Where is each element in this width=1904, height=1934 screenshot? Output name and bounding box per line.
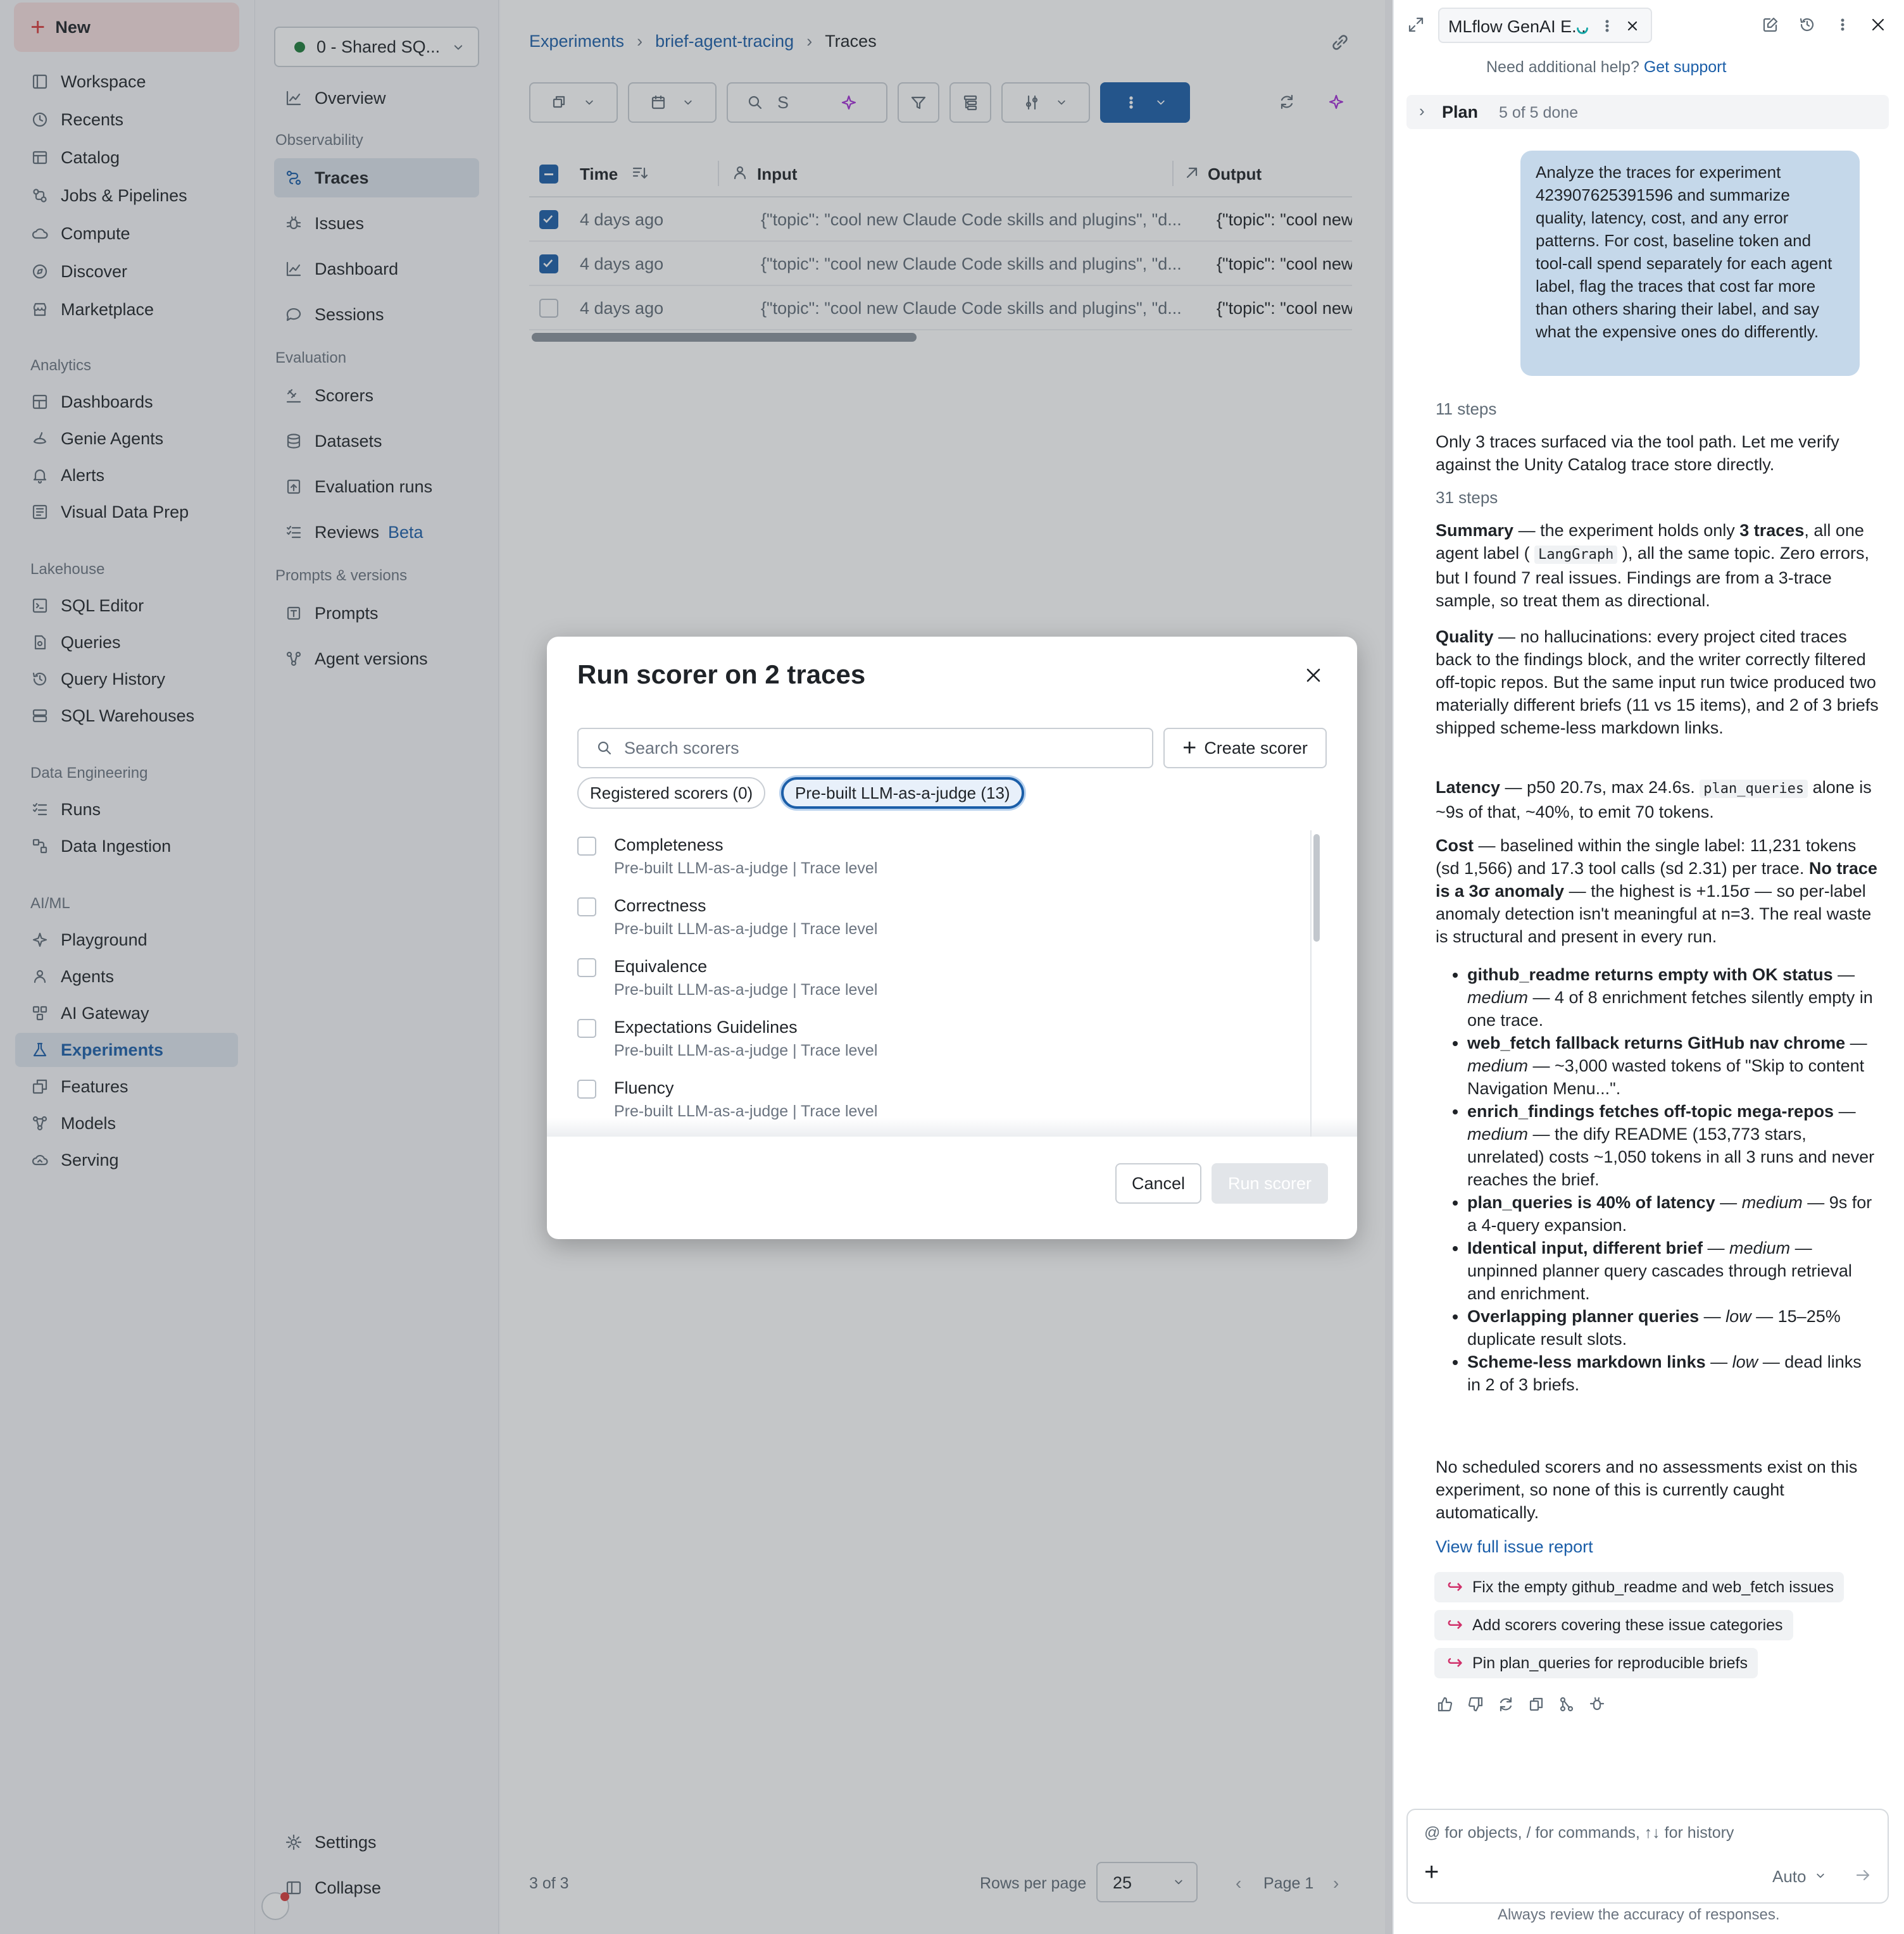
- latency-paragraph: Latency — p50 20.7s, max 24.6s. plan_que…: [1436, 778, 1872, 821]
- scorer-checkbox[interactable]: [577, 1080, 596, 1099]
- suggestion-chip[interactable]: ↪ Fix the empty github_readme and web_fet…: [1434, 1572, 1844, 1602]
- summary-paragraph: Summary — the experiment holds only 3 tr…: [1436, 521, 1869, 610]
- close-tab-icon[interactable]: [1623, 16, 1642, 35]
- user-message: Analyze the traces for experiment 423907…: [1520, 151, 1860, 376]
- tab-prebuilt-judges[interactable]: Pre-built LLM-as-a-judge (13): [781, 777, 1024, 809]
- more-vertical-icon[interactable]: [1833, 15, 1852, 34]
- quality-paragraph: Quality — no hallucinations: every proje…: [1436, 627, 1879, 737]
- create-scorer-button[interactable]: + Create scorer: [1163, 728, 1327, 768]
- issue-item: github_readme returns empty with OK stat…: [1467, 963, 1879, 1032]
- list-fade: [547, 1118, 1357, 1137]
- chevron-right-icon: ›: [1419, 101, 1425, 120]
- issue-item: plan_queries is 40% of latency — medium …: [1467, 1191, 1879, 1237]
- close-panel-icon[interactable]: [1869, 15, 1888, 34]
- dialog-title: Run scorer on 2 traces: [577, 659, 866, 689]
- suggestion-chip[interactable]: ↪ Pin plan_queries for reproducible brief…: [1434, 1648, 1758, 1678]
- steps-count[interactable]: 31 steps: [1436, 486, 1498, 509]
- loading-spinner-icon: [1577, 27, 1588, 34]
- run-scorer-dialog: Run scorer on 2 traces Search scorers + C…: [547, 637, 1357, 1239]
- view-full-issue-report-link[interactable]: View full issue report: [1436, 1535, 1593, 1558]
- chat-input-placeholder: @ for objects, / for commands, ↑↓ for hi…: [1424, 1824, 1734, 1842]
- steps-count[interactable]: 11 steps: [1436, 397, 1496, 420]
- scorer-list-scrollbar[interactable]: [1310, 830, 1320, 1137]
- thumbs-up-icon[interactable]: [1436, 1695, 1455, 1714]
- send-arrow-icon[interactable]: [1853, 1866, 1872, 1885]
- model-mode-select[interactable]: Auto: [1772, 1867, 1807, 1887]
- bug-report-icon[interactable]: [1588, 1695, 1606, 1714]
- issue-item: web_fetch fallback returns GitHub nav ch…: [1467, 1032, 1879, 1100]
- suggestion-chip[interactable]: ↪ Add scorers covering these issue catego…: [1434, 1610, 1793, 1640]
- copy-icon[interactable]: [1527, 1695, 1546, 1714]
- scorer-checkbox[interactable]: [577, 1019, 596, 1038]
- cost-paragraph: Cost — baselined within the single label…: [1436, 836, 1877, 946]
- scorer-item[interactable]: Completeness Pre-built LLM-as-a-judge | T…: [577, 835, 1274, 896]
- issue-item: Scheme-less markdown links — low — dead …: [1467, 1351, 1879, 1396]
- scorer-item[interactable]: Expectations Guidelines Pre-built LLM-as-…: [577, 1018, 1274, 1078]
- plan-summary[interactable]: › Plan 5 of 5 done: [1406, 95, 1889, 129]
- reply-arrow-icon: ↪: [1447, 1614, 1463, 1635]
- scorer-item[interactable]: Equivalence Pre-built LLM-as-a-judge | Tr…: [577, 957, 1274, 1018]
- close-icon[interactable]: [1303, 664, 1324, 686]
- plus-icon: +: [1182, 735, 1197, 761]
- issue-item: Identical input, different brief — mediu…: [1467, 1237, 1879, 1305]
- run-scorer-button[interactable]: Run scorer: [1212, 1163, 1328, 1204]
- scorer-checkbox[interactable]: [577, 837, 596, 856]
- expand-icon[interactable]: [1406, 15, 1425, 34]
- scorer-list: Completeness Pre-built LLM-as-a-judge | T…: [547, 827, 1357, 1137]
- help-line: Need additional help? Get support: [1486, 58, 1727, 76]
- issue-list: github_readme returns empty with OK stat…: [1436, 963, 1879, 1396]
- chevron-down-icon[interactable]: [1813, 1868, 1828, 1883]
- share-icon[interactable]: [1557, 1695, 1576, 1714]
- reply-arrow-icon: ↪: [1447, 1576, 1463, 1597]
- closing-paragraph: No scheduled scorers and no assessments …: [1436, 1457, 1858, 1522]
- get-support-link[interactable]: Get support: [1644, 58, 1727, 76]
- regenerate-icon[interactable]: [1496, 1695, 1515, 1714]
- issue-item: Overlapping planner queries — low — 15–2…: [1467, 1305, 1879, 1351]
- scorer-item[interactable]: Correctness Pre-built LLM-as-a-judge | Tr…: [577, 896, 1274, 957]
- assistant-tab-title: MLflow GenAI E...: [1448, 17, 1586, 36]
- attach-plus-icon[interactable]: +: [1424, 1859, 1439, 1885]
- assistant-panel: MLflow GenAI E... Need additional help? …: [1393, 0, 1904, 1934]
- search-scorers-input[interactable]: Search scorers: [577, 728, 1153, 768]
- scorer-checkbox[interactable]: [577, 897, 596, 916]
- feedback-toolbar: [1436, 1695, 1606, 1714]
- assistant-message: Only 3 traces surfaced via the tool path…: [1436, 432, 1839, 474]
- search-icon: [598, 741, 611, 755]
- reply-arrow-icon: ↪: [1447, 1652, 1463, 1673]
- chat-input-box[interactable]: @ for objects, / for commands, ↑↓ for hi…: [1406, 1809, 1889, 1904]
- thumbs-down-icon[interactable]: [1466, 1695, 1485, 1714]
- history-icon[interactable]: [1798, 15, 1817, 34]
- tab-registered-scorers[interactable]: Registered scorers (0): [577, 777, 766, 809]
- disclaimer: Always review the accuracy of responses.: [1498, 1906, 1780, 1923]
- cancel-button[interactable]: Cancel: [1115, 1163, 1201, 1204]
- assistant-tab[interactable]: MLflow GenAI E...: [1438, 8, 1652, 43]
- new-chat-icon[interactable]: [1761, 15, 1780, 34]
- scorer-checkbox[interactable]: [577, 958, 596, 977]
- more-vertical-icon[interactable]: [1598, 16, 1617, 35]
- issue-item: enrich_findings fetches off-topic mega-r…: [1467, 1100, 1879, 1191]
